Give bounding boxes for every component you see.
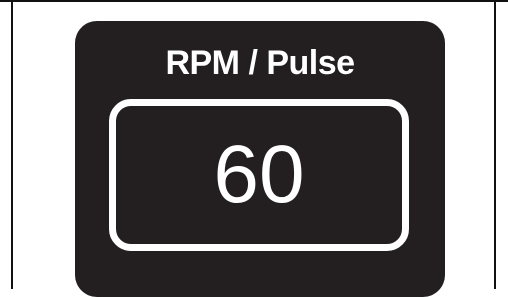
rpm-value: 60 xyxy=(213,129,305,220)
frame-left-line xyxy=(11,0,13,289)
value-readout-box: 60 xyxy=(109,99,409,251)
rpm-pulse-display-panel: RPM / Pulse 60 xyxy=(75,21,445,297)
frame-right-line xyxy=(494,0,496,289)
display-title: RPM / Pulse xyxy=(165,44,355,82)
